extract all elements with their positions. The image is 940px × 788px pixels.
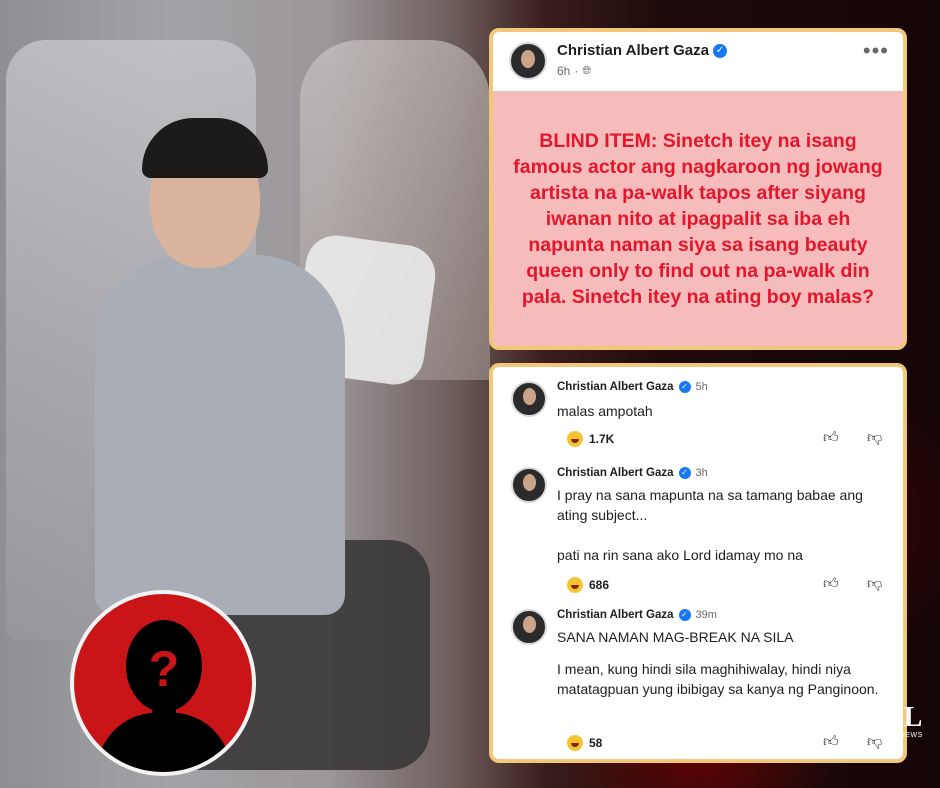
comment-author[interactable]: Christian Albert Gaza ✓ 3h — [557, 467, 708, 479]
thumb-up-icon[interactable]: 👍︎ — [823, 733, 839, 751]
question-silhouette-icon: ? — [94, 620, 234, 772]
comment-line: I mean, kung hindi sila maghihiwalay, hi… — [557, 661, 879, 697]
comment-text: SANA NAMAN MAG-BREAK NA SILA I mean, kun… — [557, 627, 887, 699]
author-name-text[interactable]: Christian Albert Gaza — [557, 42, 709, 59]
comment-spacer — [557, 525, 887, 545]
meta-dot: · — [574, 64, 579, 78]
haha-icon — [567, 735, 583, 751]
thumb-up-icon[interactable]: 👍︎ — [823, 575, 839, 593]
comment-line: pati na rin sana ako Lord idamay mo na — [557, 547, 803, 563]
post-time[interactable]: 6h — [557, 64, 570, 78]
comment-item: Christian Albert Gaza ✓ 3h I pray na san… — [493, 465, 903, 605]
thumb-down-icon[interactable]: 👎︎ — [867, 429, 882, 447]
author-name[interactable]: Christian Albert Gaza ✓ — [557, 42, 727, 59]
verified-icon: ✓ — [678, 381, 691, 393]
comment-avatar[interactable] — [511, 467, 547, 503]
thumb-down-icon[interactable]: 👎︎ — [867, 575, 882, 593]
reaction-count[interactable]: 686 — [567, 577, 609, 593]
comment-spacer — [557, 647, 887, 659]
thumb-down-icon[interactable]: 👎︎ — [867, 733, 882, 751]
comment-line: malas ampotah — [557, 403, 653, 419]
haha-icon — [567, 577, 583, 593]
comment-time[interactable]: 39m — [696, 609, 717, 621]
jl-news-watermark: JL JL NEWS — [884, 702, 928, 740]
author-avatar[interactable] — [509, 42, 547, 80]
reaction-count[interactable]: 58 — [567, 735, 602, 751]
post-text: BLIND ITEM: Sinetch itey na isang famous… — [513, 129, 883, 308]
haha-icon — [567, 431, 583, 447]
person-body — [95, 255, 345, 615]
verified-icon: ✓ — [678, 609, 691, 621]
comment-author-name[interactable]: Christian Albert Gaza — [557, 381, 674, 393]
verified-icon: ✓ — [712, 43, 727, 58]
comment-author-name[interactable]: Christian Albert Gaza — [557, 609, 674, 621]
watermark-text: JL NEWS — [889, 732, 923, 739]
post-header: Christian Albert Gaza ✓ 6h · 🌐︎ ••• — [493, 32, 903, 91]
more-options-icon[interactable]: ••• — [863, 38, 889, 64]
question-mark: ? — [149, 641, 180, 697]
comment-text: I pray na sana mapunta na sa tamang baba… — [557, 485, 887, 565]
post-body: BLIND ITEM: Sinetch itey na isang famous… — [493, 91, 903, 346]
facebook-post-card: Christian Albert Gaza ✓ 6h · 🌐︎ ••• BLIN… — [489, 28, 907, 350]
thumb-up-icon[interactable]: 👍︎ — [823, 429, 839, 447]
comment-time[interactable]: 3h — [696, 467, 708, 479]
post-meta: 6h · 🌐︎ — [557, 64, 591, 78]
comment-item: Christian Albert Gaza ✓ 5h malas ampotah… — [493, 367, 903, 457]
verified-icon: ✓ — [678, 467, 691, 479]
reaction-count-text: 58 — [589, 736, 603, 750]
comment-line: I pray na sana mapunta na sa tamang baba… — [557, 487, 863, 523]
mystery-avatar: ? — [70, 590, 256, 776]
comment-time[interactable]: 5h — [696, 381, 708, 393]
watermark-logo: JL — [889, 702, 923, 733]
comment-avatar[interactable] — [511, 609, 547, 645]
globe-icon: 🌐︎ — [582, 64, 592, 77]
comment-avatar[interactable] — [511, 381, 547, 417]
reaction-count-text: 1.7K — [589, 432, 615, 446]
comment-author[interactable]: Christian Albert Gaza ✓ 5h — [557, 381, 708, 393]
reaction-count-text: 686 — [589, 578, 610, 592]
comments-card: Christian Albert Gaza ✓ 5h malas ampotah… — [489, 363, 907, 763]
reaction-count[interactable]: 1.7K — [567, 431, 614, 447]
comment-text: malas ampotah — [557, 401, 887, 421]
comment-author-name[interactable]: Christian Albert Gaza — [557, 467, 674, 479]
comment-item: Christian Albert Gaza ✓ 39m SANA NAMAN M… — [493, 607, 903, 759]
comment-line: SANA NAMAN MAG-BREAK NA SILA — [557, 629, 794, 645]
comment-author[interactable]: Christian Albert Gaza ✓ 39m — [557, 609, 717, 621]
